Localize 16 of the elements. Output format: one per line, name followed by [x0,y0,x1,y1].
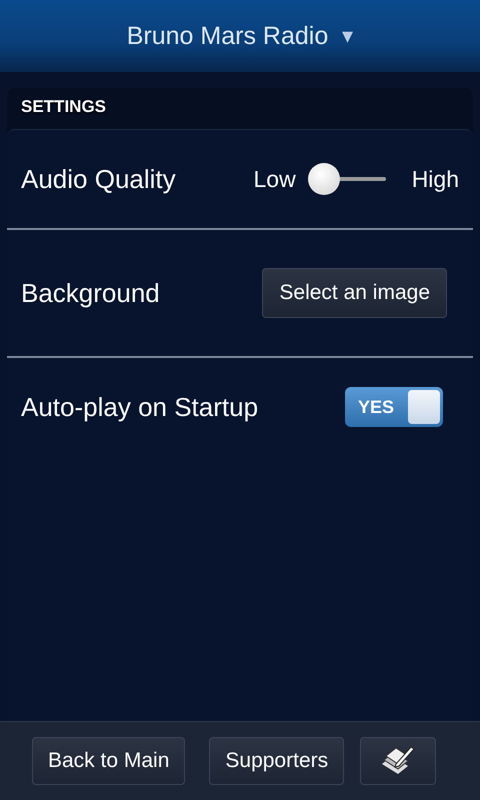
setting-label: Auto-play on Startup [21,392,258,422]
toggle-text: YES [357,396,394,418]
section-title: SETTINGS [20,96,108,118]
caret-icon[interactable]: ▾ [342,23,354,49]
toggle-switch[interactable]: YES [345,387,443,427]
setting-label: Background [21,278,160,308]
slider-max-label: High [412,166,459,192]
slider-thumb[interactable] [308,163,340,195]
slider-min-label: Low [253,166,296,192]
quality-slider[interactable] [308,163,386,195]
station-title[interactable]: Bruno Mars Radio [126,22,328,50]
footer-button[interactable]: Supporters [209,737,344,785]
setting-label: Audio Quality [21,164,176,194]
select-image-button[interactable]: Select an image [262,268,447,318]
footer-button[interactable]: Back to Main [32,737,186,785]
edit-button[interactable] [360,737,436,785]
